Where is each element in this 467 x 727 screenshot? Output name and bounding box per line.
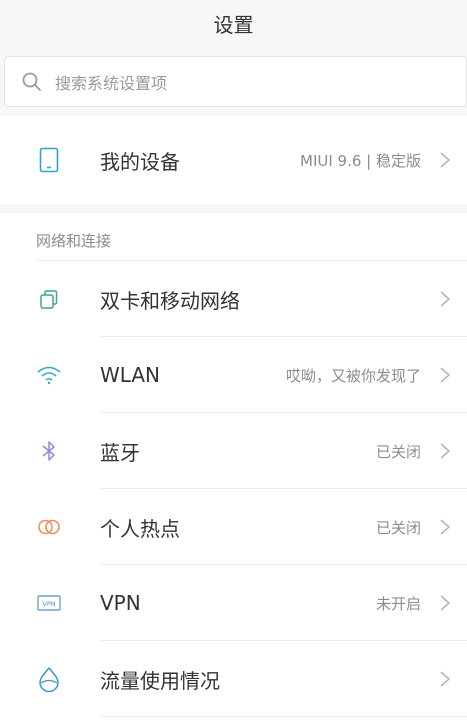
network-item-bluetooth[interactable]: 蓝牙 已关闭	[0, 413, 467, 489]
hotspot-icon	[36, 514, 62, 540]
my-device-row[interactable]: 我的设备 MIUI 9.6 | 稳定版	[0, 122, 467, 198]
search-placeholder: 搜索系统设置项	[55, 73, 168, 93]
item-value: 哎呦，又被你发现了	[285, 366, 421, 385]
section-title: 网络和连接	[36, 232, 112, 250]
svg-text:VPN: VPN	[42, 600, 55, 608]
divider	[100, 716, 467, 717]
sim-cards-icon	[36, 286, 62, 312]
settings-screen: 设置 搜索系统设置项 我的设备 MIUI 9.6 | 稳定版 网络和连接 双卡和…	[0, 0, 467, 727]
network-item-sim[interactable]: 双卡和移动网络	[0, 261, 467, 337]
title-bar: 设置	[0, 0, 467, 46]
page-title: 设置	[213, 12, 254, 37]
network-item-wlan[interactable]: WLAN 哎呦，又被你发现了	[0, 337, 467, 413]
item-label: 个人热点	[100, 516, 180, 541]
vpn-icon: VPN	[36, 590, 62, 616]
item-label: 流量使用情况	[100, 668, 220, 693]
miui-version: MIUI 9.6 | 稳定版	[300, 151, 421, 170]
wifi-icon	[36, 362, 62, 388]
my-device-label: 我的设备	[100, 149, 180, 174]
network-card: 网络和连接 双卡和移动网络 WLAN 哎呦，又被你发现了 蓝牙 已关闭 个人热点…	[0, 213, 467, 727]
item-label: WLAN	[100, 363, 161, 387]
item-label: 蓝牙	[100, 440, 140, 465]
network-item-vpn[interactable]: VPN VPN 未开启	[0, 565, 467, 641]
search-box[interactable]: 搜索系统设置项	[4, 56, 467, 107]
data-usage-icon	[36, 666, 62, 692]
chevron-right-icon	[440, 152, 451, 168]
item-value: 已关闭	[375, 442, 421, 461]
item-value: 未开启	[375, 594, 421, 613]
chevron-right-icon	[440, 367, 451, 383]
chevron-right-icon	[440, 291, 451, 307]
chevron-right-icon	[440, 595, 451, 611]
search-icon	[22, 72, 41, 91]
chevron-right-icon	[440, 519, 451, 535]
item-label: VPN	[100, 591, 141, 615]
chevron-right-icon	[440, 443, 451, 459]
chevron-right-icon	[440, 671, 451, 687]
bluetooth-icon	[36, 438, 62, 464]
network-item-data-usage[interactable]: 流量使用情况	[0, 641, 467, 717]
phone-icon	[36, 147, 62, 173]
device-card: 我的设备 MIUI 9.6 | 稳定版	[0, 116, 467, 204]
section-header-network: 网络和连接	[0, 213, 467, 261]
network-item-hotspot[interactable]: 个人热点 已关闭	[0, 489, 467, 565]
item-label: 双卡和移动网络	[100, 288, 240, 313]
item-value: 已关闭	[375, 518, 421, 537]
